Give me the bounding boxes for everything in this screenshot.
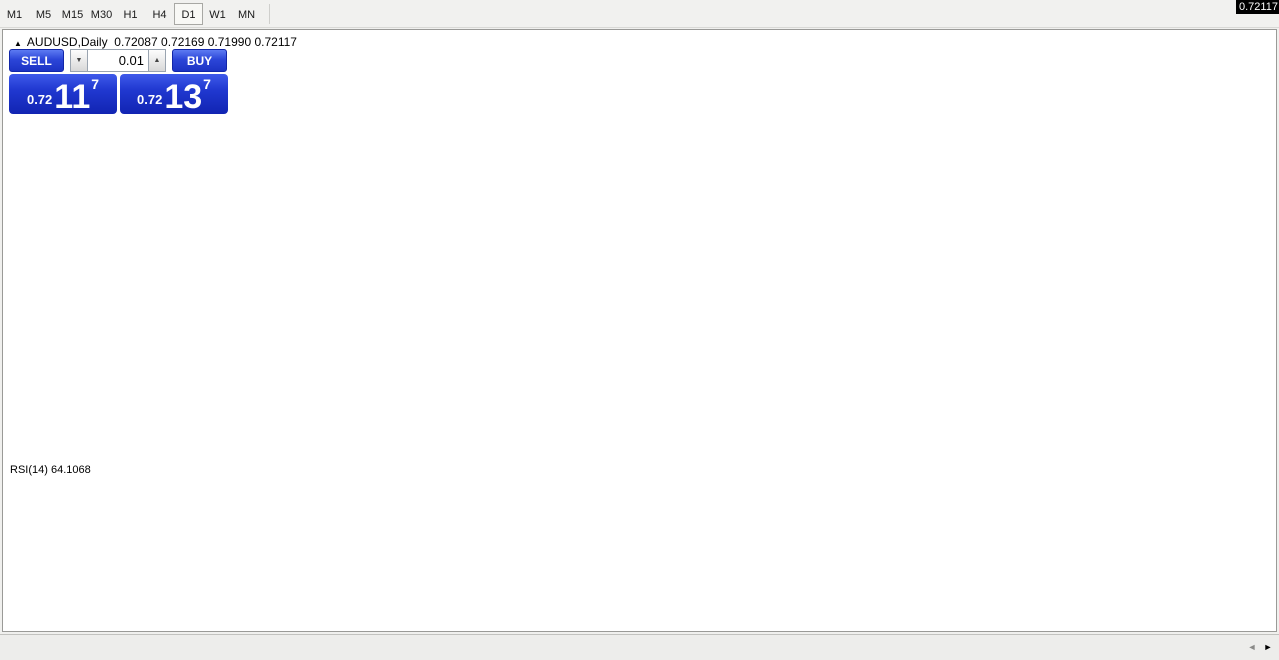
ohlc-open: 0.72087 xyxy=(114,35,158,49)
volume-increase-icon[interactable]: ▲ xyxy=(149,49,166,72)
chart-title: ▲ AUDUSD,Daily 0.72087 0.72169 0.71990 0.… xyxy=(14,35,297,49)
chart-pointer-icon: ▲ xyxy=(14,39,22,48)
sell-price-prefix: 0.72 xyxy=(26,92,53,107)
volume-decrease-icon[interactable]: ▼ xyxy=(70,49,87,72)
buy-price-panel[interactable]: 0.72 13 7 xyxy=(120,74,228,114)
buy-price-prefix: 0.72 xyxy=(137,92,163,107)
tabs-scroll-right-icon[interactable]: ► xyxy=(1260,642,1276,652)
buy-price-pip: 7 xyxy=(203,76,211,92)
current-price-tag: 0.72117 xyxy=(1236,0,1279,14)
ohlc-low: 0.71990 xyxy=(207,35,252,49)
buy-button[interactable]: BUY xyxy=(172,49,227,72)
volume-input[interactable]: 0.01 xyxy=(87,49,149,72)
sell-price-pip: 7 xyxy=(91,76,100,92)
chart-tab-bar: ◄ ► xyxy=(0,634,1279,660)
chart-symbol: AUDUSD,Daily xyxy=(26,35,108,49)
tabs-scroll-left-icon[interactable]: ◄ xyxy=(1244,642,1260,652)
sell-price-panel[interactable]: 0.72 11 7 xyxy=(9,74,117,114)
ohlc-close: 0.72117 xyxy=(254,35,297,49)
rsi-indicator-label: RSI(14) 64.1068 xyxy=(10,464,91,476)
ohlc-high: 0.72169 xyxy=(161,35,205,49)
sell-button[interactable]: SELL xyxy=(9,49,64,72)
sell-price-main: 11 xyxy=(54,78,91,116)
buy-price-main: 13 xyxy=(164,78,203,116)
mt4-terminal: M1M5M15M30H1H4D1W1MN ▲AUDUSD,Daily 0.720… xyxy=(0,0,1279,660)
one-click-trading-widget: SELL ▼ 0.01 ▲ BUY 0.72 11 7 0.72 13 7 xyxy=(9,49,228,114)
